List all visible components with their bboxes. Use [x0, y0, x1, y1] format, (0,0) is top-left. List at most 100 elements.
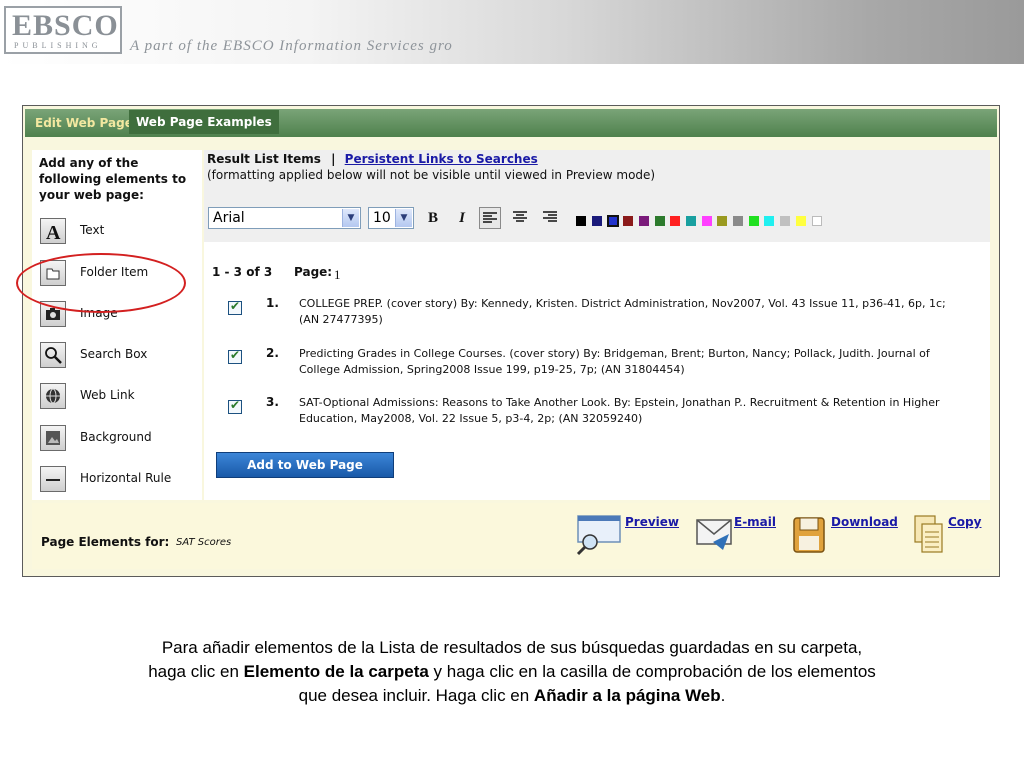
element-web-link-label: Web Link	[80, 388, 135, 402]
instruction-caption: Para añadir elementos de la Lista de res…	[40, 636, 984, 708]
result-list-title-row: Result List Items | Persistent Links to …	[207, 152, 538, 166]
preview-icon	[576, 515, 621, 556]
font-select-value: Arial	[213, 210, 245, 226]
logo-sub-text: PUBLISHING	[14, 41, 102, 50]
result-text-3: SAT-Optional Admissions: Reasons to Take…	[299, 396, 940, 425]
result-checkbox-1[interactable]	[228, 299, 242, 315]
background-icon	[40, 425, 66, 451]
color-swatch-13[interactable]	[764, 216, 775, 226]
result-number-1: 1.	[266, 296, 279, 310]
caption-line-2-post: y haga clic en la casilla de comprobació…	[428, 662, 876, 681]
email-tool[interactable]: E-mail	[693, 512, 803, 556]
align-right-icon	[543, 211, 557, 222]
color-swatch-2[interactable]	[591, 216, 602, 226]
formatting-header: Result List Items | Persistent Links to …	[204, 150, 990, 242]
edit-web-page-screenshot: Edit Web Page Web Page Examples Add any …	[22, 105, 1000, 577]
download-link[interactable]: Download	[831, 515, 898, 529]
bold-button[interactable]: B	[422, 207, 444, 229]
font-size-select[interactable]: 10 ▼	[368, 207, 414, 229]
svg-text:A: A	[46, 222, 61, 243]
result-number-2: 2.	[266, 346, 279, 360]
color-swatch-14[interactable]	[780, 216, 791, 226]
text-A-icon: A	[40, 218, 66, 244]
preview-link[interactable]: Preview	[625, 515, 679, 529]
color-swatch-8[interactable]	[685, 216, 696, 226]
align-left-button[interactable]	[479, 207, 501, 229]
color-swatch-7[interactable]	[670, 216, 681, 226]
title-separator: |	[331, 152, 336, 166]
caption-line-2: haga clic en Elemento de la carpeta y ha…	[40, 660, 984, 684]
font-size-select-value: 10	[373, 210, 391, 226]
page-elements-label: Page Elements for:	[41, 535, 170, 549]
elements-panel-title: Add any of the following elements to you…	[39, 156, 187, 202]
copy-icon	[914, 515, 943, 553]
magnifier-icon	[40, 342, 66, 368]
color-swatch-1[interactable]	[576, 216, 586, 226]
preview-tool[interactable]: Preview	[574, 512, 684, 556]
persistent-links-link[interactable]: Persistent Links to Searches	[345, 152, 538, 166]
globe-link-icon	[40, 383, 66, 409]
formatting-note: (formatting applied below will not be vi…	[207, 168, 656, 182]
element-text[interactable]: A Text	[40, 218, 210, 248]
element-search-box-label: Search Box	[80, 347, 148, 361]
color-swatch-4[interactable]	[623, 216, 634, 226]
page-number-link[interactable]: 1	[334, 267, 341, 283]
element-search-box[interactable]: Search Box	[40, 342, 210, 372]
color-swatch-11[interactable]	[733, 216, 743, 226]
color-swatch-3[interactable]	[607, 215, 620, 227]
align-right-button[interactable]	[539, 207, 561, 229]
color-swatch-12[interactable]	[748, 216, 759, 226]
color-swatch-15[interactable]	[795, 216, 806, 226]
tab-web-page-examples[interactable]: Web Page Examples	[129, 110, 279, 134]
horizontal-rule-icon	[40, 466, 66, 492]
highlight-oval	[16, 253, 186, 313]
copy-link[interactable]: Copy	[948, 515, 981, 529]
logo-main-text: EBSCO	[12, 9, 119, 42]
download-icon	[793, 517, 825, 553]
result-checkbox-2[interactable]	[228, 348, 242, 364]
caption-folder-item-bold: Elemento de la carpeta	[243, 662, 429, 681]
element-background-label: Background	[80, 430, 152, 444]
caption-line-2-pre: haga clic en	[148, 662, 244, 681]
result-checkbox-3[interactable]	[228, 398, 242, 414]
elements-panel: Add any of the following elements to you…	[32, 150, 202, 500]
result-count: 1 - 3 of 3	[212, 265, 273, 279]
color-swatch-5[interactable]	[638, 216, 649, 226]
page-elements-value: SAT Scores	[176, 537, 232, 548]
caption-line-1: Para añadir elementos de la Lista de res…	[161, 638, 863, 657]
align-center-icon	[513, 211, 527, 222]
element-horizontal-rule[interactable]: Horizontal Rule	[40, 466, 210, 496]
ebsco-logo: EBSCO PUBLISHING	[4, 6, 122, 54]
element-horizontal-rule-label: Horizontal Rule	[80, 471, 172, 485]
color-swatch-9[interactable]	[701, 216, 712, 226]
result-list-panel: Result List Items | Persistent Links to …	[204, 150, 990, 500]
caption-line-3-pre: que desea incluir. Haga clic en	[298, 686, 534, 705]
add-to-web-page-button[interactable]: Add to Web Page	[216, 452, 394, 478]
color-swatch-10[interactable]	[717, 216, 728, 226]
caption-add-page-bold: Añadir a la página Web	[533, 686, 721, 705]
font-select[interactable]: Arial ▼	[208, 207, 361, 229]
page-label: Page:	[294, 265, 333, 279]
element-background[interactable]: Background	[40, 425, 210, 455]
chevron-down-icon: ▼	[395, 209, 412, 227]
color-swatch-16[interactable]	[811, 216, 822, 226]
result-list-title: Result List Items	[207, 152, 321, 166]
caption-line-3: que desea incluir. Haga clic en Añadir a…	[40, 684, 984, 708]
page-elements-bar: Page Elements for: SAT Scores Preview E-…	[32, 503, 990, 569]
align-center-button[interactable]	[509, 207, 531, 229]
result-text-2: Predicting Grades in College Courses. (c…	[299, 347, 930, 376]
result-text-1: COLLEGE PREP. (cover story) By: Kennedy,…	[299, 297, 946, 326]
email-link[interactable]: E-mail	[734, 515, 776, 529]
tagline: A part of the EBSCO Information Services…	[130, 38, 453, 54]
email-icon	[696, 519, 732, 550]
italic-button[interactable]: I	[451, 207, 473, 229]
caption-line-3-post: .	[720, 686, 726, 705]
color-swatch-6[interactable]	[654, 216, 665, 226]
tab-bar: Edit Web Page Web Page Examples	[25, 109, 997, 137]
element-web-link[interactable]: Web Link	[40, 383, 210, 413]
download-tool[interactable]: Download	[790, 512, 900, 556]
copy-tool[interactable]: Copy	[911, 512, 991, 556]
align-left-icon	[483, 212, 497, 223]
tab-edit-web-page[interactable]: Edit Web Page	[35, 116, 133, 130]
header-banner: EBSCO PUBLISHING A part of the EBSCO Inf…	[0, 0, 1024, 64]
